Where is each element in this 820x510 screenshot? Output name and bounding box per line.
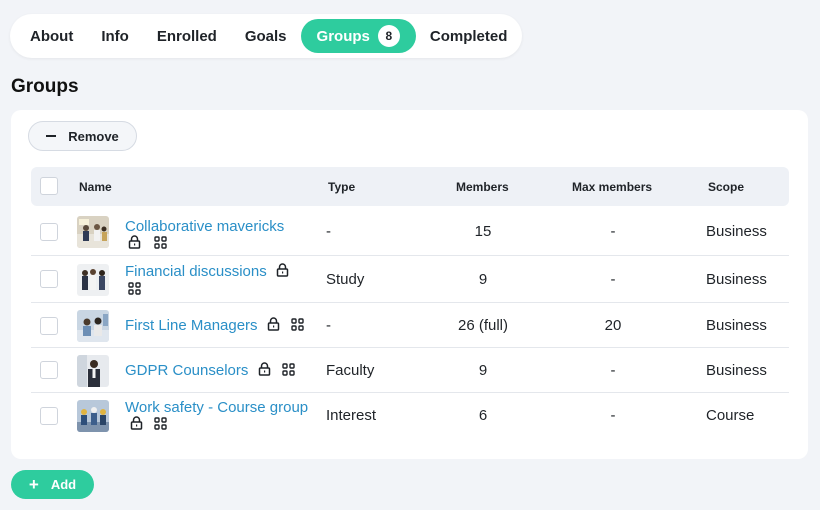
group-thumbnail xyxy=(77,264,109,296)
header-max-members[interactable]: Max members xyxy=(572,180,652,194)
grid-icon xyxy=(282,362,295,380)
row-checkbox[interactable] xyxy=(40,270,58,288)
group-scope: Business xyxy=(706,362,767,379)
remove-button[interactable]: Remove xyxy=(28,121,137,151)
lock-icon xyxy=(130,416,143,434)
add-button[interactable]: + Add xyxy=(11,470,94,499)
select-all-checkbox[interactable] xyxy=(40,177,58,195)
grid-icon xyxy=(128,281,141,299)
minus-icon xyxy=(46,135,57,137)
tab-groups-label: Groups xyxy=(316,27,370,45)
table-header: Name Type Members Max members Scope xyxy=(31,167,789,206)
header-name[interactable]: Name xyxy=(79,180,112,194)
group-name-link[interactable]: Financial discussions xyxy=(125,263,267,280)
group-type: Interest xyxy=(326,407,377,424)
add-button-label: Add xyxy=(50,477,77,492)
group-members: 26 (full) xyxy=(457,317,509,334)
table-row[interactable]: GDPR Counselors Faculty 9 - Business xyxy=(31,348,789,393)
group-members: 15 xyxy=(474,223,492,240)
group-type: - xyxy=(326,317,331,334)
table-row[interactable]: Collaborative mavericks - 15 - Business xyxy=(31,206,789,256)
page-title: Groups xyxy=(11,76,79,97)
table-row[interactable]: First Line Managers - 26 (full) 20 Busin… xyxy=(31,303,789,348)
grid-icon xyxy=(291,317,304,335)
group-name: First Line Managers xyxy=(125,317,310,335)
group-members: 6 xyxy=(478,407,488,424)
row-checkbox[interactable] xyxy=(40,317,58,335)
group-thumbnail xyxy=(77,400,109,432)
group-thumbnail xyxy=(77,310,109,342)
grid-icon xyxy=(154,235,167,253)
remove-button-label: Remove xyxy=(68,128,119,144)
group-name-link[interactable]: First Line Managers xyxy=(125,317,258,334)
header-members[interactable]: Members xyxy=(456,180,509,194)
tab-completed[interactable]: Completed xyxy=(416,19,522,53)
lock-icon xyxy=(276,263,289,281)
group-thumbnail xyxy=(77,216,109,248)
tab-info[interactable]: Info xyxy=(87,19,143,53)
group-name: Work safety - Course group xyxy=(125,399,310,434)
group-max-members: - xyxy=(610,223,616,240)
grid-icon xyxy=(154,416,167,434)
group-type: - xyxy=(326,223,331,240)
group-scope: Business xyxy=(706,317,767,334)
group-scope: Business xyxy=(706,223,767,240)
table-row[interactable]: Financial discussions Study 9 - Business xyxy=(31,256,789,303)
group-type: Faculty xyxy=(326,362,375,379)
group-members: 9 xyxy=(478,362,488,379)
tab-enrolled[interactable]: Enrolled xyxy=(143,19,231,53)
group-max-members: - xyxy=(610,362,616,379)
group-max-members: 20 xyxy=(604,317,622,334)
row-checkbox[interactable] xyxy=(40,407,58,425)
lock-icon xyxy=(267,317,280,335)
group-name-link[interactable]: Work safety - Course group xyxy=(125,399,308,416)
group-max-members: - xyxy=(610,271,616,288)
lock-icon xyxy=(258,362,271,380)
group-name: GDPR Counselors xyxy=(125,362,310,380)
table-row[interactable]: Work safety - Course group Interest 6 - … xyxy=(31,393,789,441)
tab-about[interactable]: About xyxy=(16,19,87,53)
row-checkbox[interactable] xyxy=(40,361,58,379)
group-scope: Business xyxy=(706,271,767,288)
tab-groups[interactable]: Groups 8 xyxy=(300,19,416,53)
group-scope: Course xyxy=(706,407,755,424)
group-thumbnail xyxy=(77,355,109,387)
group-name: Collaborative mavericks xyxy=(125,218,310,253)
groups-count-badge: 8 xyxy=(377,25,400,47)
row-checkbox[interactable] xyxy=(40,223,58,241)
group-type: Study xyxy=(326,271,365,288)
group-name: Financial discussions xyxy=(125,263,310,299)
group-members: 9 xyxy=(478,271,488,288)
header-scope[interactable]: Scope xyxy=(708,180,744,194)
group-max-members: - xyxy=(610,407,616,424)
group-name-link[interactable]: GDPR Counselors xyxy=(125,362,248,379)
group-name-link[interactable]: Collaborative mavericks xyxy=(125,218,284,235)
header-type[interactable]: Type xyxy=(328,180,355,194)
tab-bar: About Info Enrolled Goals Groups 8 Compl… xyxy=(10,14,522,58)
plus-icon: + xyxy=(28,474,39,494)
tab-goals[interactable]: Goals xyxy=(231,19,301,53)
groups-card: Remove Name Type Members Max members Sco… xyxy=(11,110,808,459)
lock-icon xyxy=(128,235,141,253)
